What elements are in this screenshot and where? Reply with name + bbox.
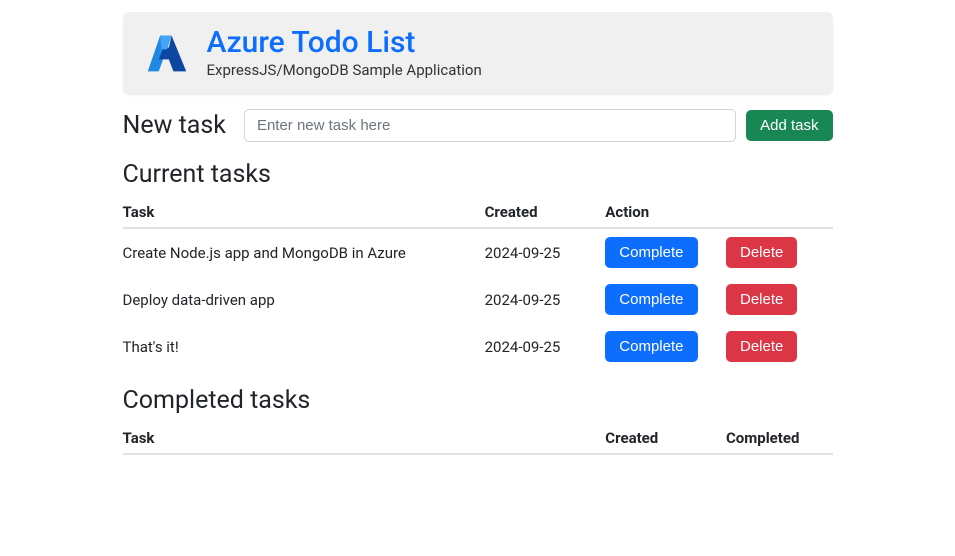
completed-tasks-title: Completed tasks (123, 386, 833, 415)
completed-header-completed: Completed (726, 423, 833, 454)
task-created-cell: 2024-09-25 (485, 323, 606, 370)
complete-button[interactable]: Complete (605, 237, 697, 268)
delete-button[interactable]: Delete (726, 237, 797, 268)
app-title: Azure Todo List (207, 26, 482, 59)
current-tasks-title: Current tasks (123, 160, 833, 189)
task-complete-cell: Complete (605, 228, 726, 276)
table-row: Deploy data-driven app2024-09-25Complete… (123, 276, 833, 323)
current-header-task: Task (123, 197, 485, 228)
azure-logo-icon (145, 31, 189, 75)
completed-header-task: Task (123, 423, 606, 454)
delete-button[interactable]: Delete (726, 331, 797, 362)
complete-button[interactable]: Complete (605, 331, 697, 362)
task-created-cell: 2024-09-25 (485, 228, 606, 276)
new-task-label: New task (123, 111, 226, 140)
task-name-cell: Create Node.js app and MongoDB in Azure (123, 228, 485, 276)
current-header-blank (726, 197, 833, 228)
app-subtitle: ExpressJS/MongoDB Sample Application (207, 61, 482, 79)
new-task-input[interactable] (244, 109, 736, 142)
task-complete-cell: Complete (605, 276, 726, 323)
table-row: Create Node.js app and MongoDB in Azure2… (123, 228, 833, 276)
delete-button[interactable]: Delete (726, 284, 797, 315)
current-tasks-table: Task Created Action Create Node.js app a… (123, 197, 833, 370)
current-header-created: Created (485, 197, 606, 228)
table-row: That's it!2024-09-25Complete Delete (123, 323, 833, 370)
app-header: Azure Todo List ExpressJS/MongoDB Sample… (123, 12, 833, 95)
completed-tasks-table: Task Created Completed (123, 423, 833, 455)
complete-button[interactable]: Complete (605, 284, 697, 315)
task-delete-cell: Delete (726, 323, 833, 370)
task-complete-cell: Complete (605, 323, 726, 370)
task-delete-cell: Delete (726, 228, 833, 276)
task-name-cell: That's it! (123, 323, 485, 370)
task-name-cell: Deploy data-driven app (123, 276, 485, 323)
task-created-cell: 2024-09-25 (485, 276, 606, 323)
current-header-action: Action (605, 197, 726, 228)
add-task-button[interactable]: Add task (746, 110, 832, 141)
new-task-form: New task Add task (123, 109, 833, 142)
task-delete-cell: Delete (726, 276, 833, 323)
completed-header-created: Created (605, 423, 726, 454)
